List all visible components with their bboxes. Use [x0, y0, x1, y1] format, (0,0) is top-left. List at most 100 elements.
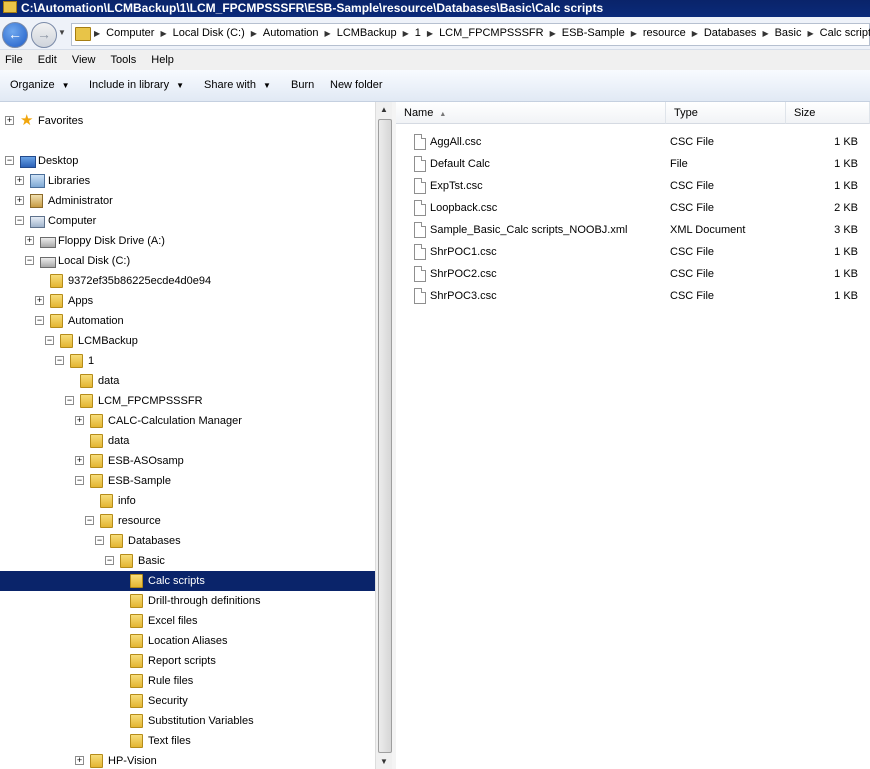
breadcrumb-separator-icon[interactable]: ▶ [251, 29, 257, 38]
breadcrumb-separator-icon[interactable]: ▶ [160, 29, 166, 38]
tree-item[interactable]: + Floppy Disk Drive (A:) [0, 231, 375, 251]
collapse-icon[interactable]: − [75, 476, 84, 485]
breadcrumb-item[interactable]: 1 [415, 27, 421, 39]
collapse-icon[interactable]: − [65, 396, 74, 405]
tree-item[interactable]: − LCM_FPCMPSSSFR [0, 391, 375, 411]
breadcrumb-item[interactable]: LCM_FPCMPSSSFR [439, 27, 544, 39]
breadcrumb-item[interactable]: Basic [775, 27, 802, 39]
file-row[interactable]: ShrPOC3.csc CSC File 1 KB [396, 285, 870, 307]
breadcrumb-item[interactable]: LCMBackup [337, 27, 397, 39]
breadcrumb-separator-icon[interactable]: ▶ [550, 29, 556, 38]
menu-help[interactable]: Help [145, 50, 180, 66]
tree-item[interactable]: − resource [0, 511, 375, 531]
address-box[interactable]: ▶ Computer ▶ Local Disk (C:) ▶ Automation ▶ LCM… [71, 23, 870, 46]
scroll-down-icon[interactable]: ▼ [380, 757, 388, 766]
navigation-tree[interactable]: + ★ Favorites − Desktop + Libraries + Administra… [0, 102, 375, 769]
tree-item[interactable]: Excel files [0, 611, 375, 631]
breadcrumb-separator-icon[interactable]: ▶ [403, 29, 409, 38]
tree-item[interactable]: + CALC-Calculation Manager [0, 411, 375, 431]
include-in-library-button[interactable]: Include in library ▼ [89, 79, 184, 91]
back-button[interactable]: ← [2, 22, 28, 48]
tree-item[interactable]: Rule files [0, 671, 375, 691]
tree-item[interactable]: − ESB-Sample [0, 471, 375, 491]
collapse-icon[interactable]: − [5, 156, 14, 165]
collapse-icon[interactable]: − [105, 556, 114, 565]
menu-view[interactable]: View [66, 50, 102, 66]
recent-pages-dropdown[interactable]: ▼ [58, 28, 66, 37]
tree-scrollbar[interactable]: ▲ ▼ [375, 102, 393, 769]
tree-item[interactable]: Drill-through definitions [0, 591, 375, 611]
tree-item[interactable]: − Automation [0, 311, 375, 331]
file-row[interactable]: ShrPOC2.csc CSC File 1 KB [396, 263, 870, 285]
tree-item[interactable]: Calc scripts [0, 571, 375, 591]
tree-item[interactable]: − LCMBackup [0, 331, 375, 351]
file-row[interactable]: Sample_Basic_Calc scripts_NOOBJ.xml XML D… [396, 219, 870, 241]
tree-item[interactable]: Text files [0, 731, 375, 751]
collapse-icon[interactable]: − [45, 336, 54, 345]
file-row[interactable]: ExpTst.csc CSC File 1 KB [396, 175, 870, 197]
scroll-up-icon[interactable]: ▲ [380, 105, 388, 114]
expand-icon[interactable]: + [15, 196, 24, 205]
menu-file[interactable]: File [0, 50, 29, 66]
collapse-icon[interactable]: − [85, 516, 94, 525]
tree-item[interactable]: Substitution Variables [0, 711, 375, 731]
breadcrumb-separator-icon[interactable]: ▶ [631, 29, 637, 38]
collapse-icon[interactable]: − [55, 356, 64, 365]
column-header-name[interactable]: Name ▲ [396, 102, 666, 124]
new-folder-button[interactable]: New folder [330, 79, 383, 91]
tree-item[interactable]: data [0, 431, 375, 451]
breadcrumb-item[interactable]: Databases [704, 27, 757, 39]
tree-item[interactable]: − Basic [0, 551, 375, 571]
breadcrumb-item[interactable]: ESB-Sample [562, 27, 625, 39]
tree-item[interactable]: Location Aliases [0, 631, 375, 651]
tree-item[interactable]: Report scripts [0, 651, 375, 671]
scrollbar-thumb[interactable] [378, 119, 392, 753]
forward-button[interactable]: → [31, 22, 57, 48]
tree-item[interactable]: + ESB-ASOsamp [0, 451, 375, 471]
tree-item[interactable]: − Desktop [0, 151, 375, 171]
file-row[interactable]: Default Calc File 1 KB [396, 153, 870, 175]
expand-icon[interactable]: + [35, 296, 44, 305]
menu-edit[interactable]: Edit [32, 50, 63, 66]
column-header-size[interactable]: Size [786, 102, 870, 124]
share-with-button[interactable]: Share with ▼ [204, 79, 271, 91]
expand-icon[interactable]: + [25, 236, 34, 245]
breadcrumb-item[interactable]: Automation [263, 27, 319, 39]
tree-item[interactable]: data [0, 371, 375, 391]
file-row[interactable]: AggAll.csc CSC File 1 KB [396, 131, 870, 153]
tree-item[interactable]: + HP-Vision [0, 751, 375, 769]
file-row[interactable]: ShrPOC1.csc CSC File 1 KB [396, 241, 870, 263]
tree-item[interactable]: + ★ Favorites [0, 111, 375, 131]
burn-button[interactable]: Burn [291, 79, 314, 91]
breadcrumb-separator-icon[interactable]: ▶ [692, 29, 698, 38]
column-header-type[interactable]: Type [666, 102, 786, 124]
expand-icon[interactable]: + [75, 456, 84, 465]
expand-icon[interactable]: + [75, 416, 84, 425]
tree-item[interactable]: + Libraries [0, 171, 375, 191]
breadcrumb-separator-icon[interactable]: ▶ [762, 29, 768, 38]
organize-button[interactable]: Organize ▼ [10, 79, 70, 91]
breadcrumb-separator-icon[interactable]: ▶ [325, 29, 331, 38]
tree-item[interactable]: Security [0, 691, 375, 711]
expand-icon[interactable]: + [75, 756, 84, 765]
breadcrumb-item[interactable]: Calc scripts [820, 27, 870, 39]
breadcrumb-separator-icon[interactable]: ▶ [94, 29, 100, 38]
breadcrumb-item[interactable]: resource [643, 27, 686, 39]
tree-item[interactable]: + Administrator [0, 191, 375, 211]
breadcrumb-separator-icon[interactable]: ▶ [427, 29, 433, 38]
tree-item[interactable]: − Databases [0, 531, 375, 551]
tree-item[interactable]: − Local Disk (C:) [0, 251, 375, 271]
breadcrumb-item[interactable]: Local Disk (C:) [173, 27, 245, 39]
tree-item[interactable]: info [0, 491, 375, 511]
tree-item[interactable]: + Apps [0, 291, 375, 311]
collapse-icon[interactable]: − [15, 216, 24, 225]
expand-icon[interactable]: + [15, 176, 24, 185]
collapse-icon[interactable]: − [25, 256, 34, 265]
collapse-icon[interactable]: − [95, 536, 104, 545]
breadcrumb-separator-icon[interactable]: ▶ [808, 29, 814, 38]
tree-item[interactable]: 9372ef35b86225ecde4d0e94 [0, 271, 375, 291]
expand-icon[interactable]: + [5, 116, 14, 125]
file-row[interactable]: Loopback.csc CSC File 2 KB [396, 197, 870, 219]
tree-item[interactable]: −1 [0, 351, 375, 371]
menu-tools[interactable]: Tools [105, 50, 143, 66]
